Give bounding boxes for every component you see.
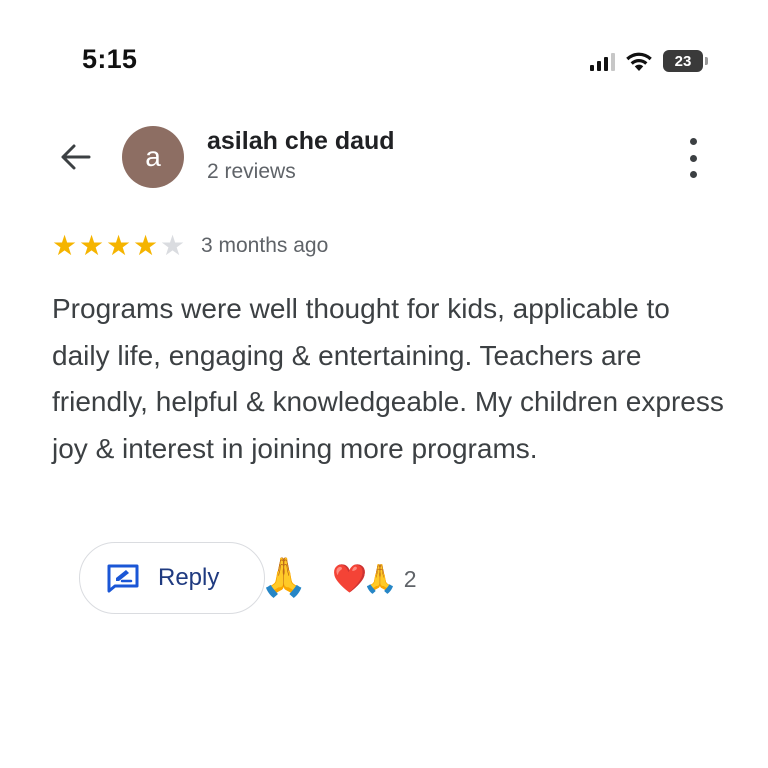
- review-text: Programs were well thought for kids, app…: [52, 293, 724, 464]
- avatar[interactable]: a: [122, 126, 184, 188]
- arrow-left-icon[interactable]: [58, 140, 92, 174]
- cellular-signal-icon: [590, 51, 615, 71]
- star-empty-icon: ★: [160, 230, 186, 261]
- status-icons: 23: [590, 46, 708, 76]
- reply-edit-icon: [107, 564, 139, 593]
- battery-level: 23: [674, 52, 692, 70]
- star-filled-icon: ★: [106, 230, 132, 261]
- reaction-count: 2: [403, 565, 417, 592]
- more-vertical-icon[interactable]: [682, 138, 704, 178]
- star-filled-icon: ★: [133, 230, 159, 261]
- review-date: 3 months ago: [201, 234, 329, 257]
- rating-row: ★ ★ ★ ★ ★ 3 months ago: [52, 232, 328, 260]
- pray-emoji-icon: 🙏: [362, 563, 398, 594]
- heart-emoji-icon: ❤️: [332, 563, 367, 594]
- reactions-summary[interactable]: ❤️ 🙏 2: [332, 562, 417, 596]
- status-time: 5:15: [82, 44, 138, 74]
- star-filled-icon: ★: [52, 230, 78, 261]
- battery-icon: 23: [663, 50, 708, 72]
- wifi-icon: [626, 52, 652, 71]
- reviewer-name[interactable]: asilah che daud: [207, 127, 395, 156]
- reply-button[interactable]: Reply: [79, 542, 265, 614]
- reply-label: Reply: [158, 564, 220, 591]
- star-filled-icon: ★: [79, 230, 105, 261]
- avatar-letter: a: [145, 141, 161, 172]
- review-count: 2 reviews: [207, 160, 296, 183]
- add-reaction-button[interactable]: 🙏: [260, 556, 307, 600]
